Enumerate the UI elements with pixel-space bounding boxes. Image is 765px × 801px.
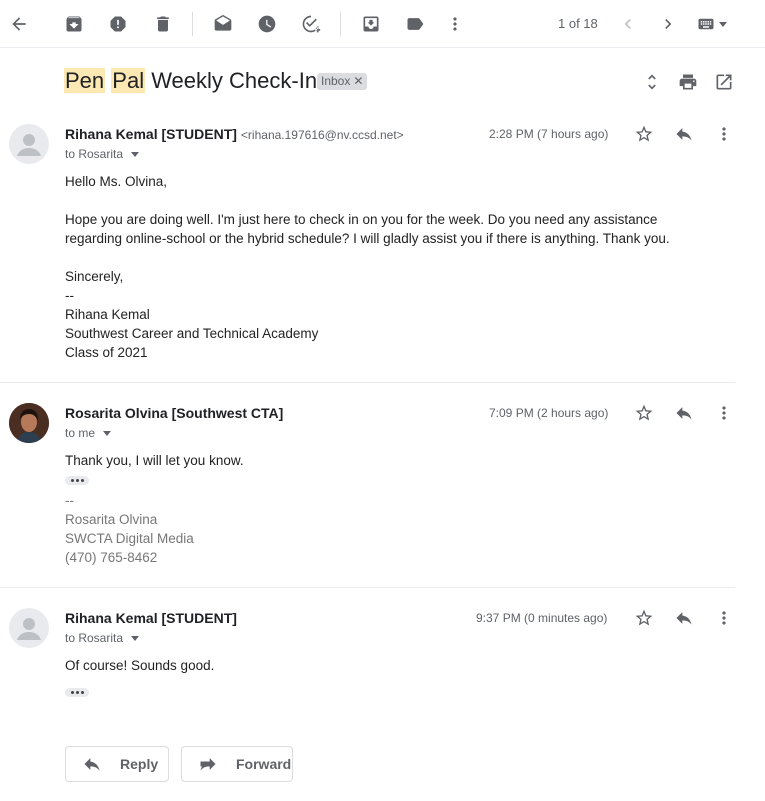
body-line: Sincerely,	[65, 269, 124, 284]
forward-icon	[200, 758, 216, 771]
label-chip-text: Inbox	[321, 74, 351, 88]
avatar	[9, 124, 49, 164]
forward-button-label: Forward	[236, 756, 292, 772]
message-separator	[0, 382, 735, 383]
recipient-text: to me	[65, 426, 96, 440]
reply-icon[interactable]	[672, 122, 696, 146]
body-line: Of course! Sounds good.	[65, 658, 215, 673]
body-line: Thank you, I will let you know.	[65, 453, 244, 468]
open-new-window-icon[interactable]	[712, 70, 736, 94]
chevron-down-icon	[131, 636, 140, 642]
more-vert-icon[interactable]	[443, 12, 467, 36]
body-line: Rihana Kemal	[65, 307, 150, 322]
subject-text: Weekly Check-In	[145, 68, 318, 93]
delete-icon[interactable]	[151, 12, 175, 36]
star-icon[interactable]	[632, 401, 656, 425]
sender-name: Rihana Kemal [STUDENT]	[65, 610, 237, 626]
chevron-down-icon	[103, 431, 112, 437]
recipient-text: to Rosarita	[65, 631, 124, 645]
toolbar-divider	[340, 12, 341, 36]
show-trimmed-content-button[interactable]	[65, 476, 89, 485]
signature-line: --	[65, 493, 74, 508]
expand-all-icon[interactable]	[640, 70, 664, 94]
snooze-icon[interactable]	[255, 12, 279, 36]
avatar	[9, 608, 49, 648]
signature-line: Rosarita Olvina	[65, 512, 158, 527]
reply-icon[interactable]	[672, 401, 696, 425]
report-spam-icon[interactable]	[106, 12, 130, 36]
message-separator	[0, 587, 735, 588]
chevron-right-icon[interactable]	[656, 12, 680, 36]
message-time: 7:09 PM (2 hours ago)	[489, 406, 609, 420]
forward-button[interactable]: Forward	[181, 746, 293, 782]
sender-name: Rosarita Olvina [Southwest CTA]	[65, 405, 284, 421]
message-counter: 1 of 18	[558, 16, 598, 31]
recipient-dropdown[interactable]: to me	[65, 426, 112, 440]
star-icon[interactable]	[632, 606, 656, 630]
message-body: Hello Ms. Olvina, Hope you are doing wel…	[65, 172, 715, 362]
subject-highlight: Pen	[64, 68, 106, 93]
mark-unread-icon[interactable]	[211, 12, 235, 36]
archive-icon[interactable]	[62, 12, 86, 36]
body-line: --	[65, 288, 74, 303]
back-arrow-icon[interactable]	[7, 12, 31, 36]
signature-line: (470) 765-8462	[65, 550, 158, 565]
recipient-dropdown[interactable]: to Rosarita	[65, 147, 140, 161]
more-vert-icon[interactable]	[712, 401, 736, 425]
add-to-tasks-icon[interactable]	[299, 12, 323, 36]
show-trimmed-content-button[interactable]	[65, 688, 89, 697]
sender-email: <rihana.197616@nv.ccsd.net>	[240, 128, 404, 142]
body-line: Hope you are doing well. I'm just here t…	[65, 212, 670, 246]
body-blank-line	[65, 248, 715, 267]
chevron-down-icon	[131, 152, 140, 158]
body-line: Southwest Career and Technical Academy	[65, 326, 319, 341]
avatar	[9, 403, 49, 443]
reply-icon	[84, 758, 100, 771]
chevron-left-icon[interactable]	[616, 12, 640, 36]
thread-subject: Pen Pal Weekly Check-In	[64, 66, 317, 96]
message-time: 9:37 PM (0 minutes ago)	[476, 611, 608, 625]
reply-button[interactable]: Reply	[65, 746, 169, 782]
move-to-icon[interactable]	[359, 12, 383, 36]
star-icon[interactable]	[632, 122, 656, 146]
more-vert-icon[interactable]	[712, 122, 736, 146]
toolbar-divider	[192, 12, 193, 36]
label-chip-inbox[interactable]: Inbox ✕	[317, 73, 368, 90]
recipient-dropdown[interactable]: to Rosarita	[65, 631, 140, 645]
message-body: Thank you, I will let you know.	[65, 451, 715, 470]
body-blank-line	[65, 191, 715, 210]
keyboard-icon[interactable]	[694, 12, 730, 36]
signature-line: SWCTA Digital Media	[65, 531, 194, 546]
subject-highlight: Pal	[111, 68, 146, 93]
message-time: 2:28 PM (7 hours ago)	[489, 127, 609, 141]
body-line: Class of 2021	[65, 345, 148, 360]
toolbar-divider-line	[0, 47, 765, 48]
sender-name: Rihana Kemal [STUDENT] <rihana.197616@nv.…	[65, 126, 404, 142]
recipient-text: to Rosarita	[65, 147, 124, 161]
remove-label-icon[interactable]: ✕	[353, 74, 363, 88]
message-body: Of course! Sounds good.	[65, 656, 715, 675]
print-icon[interactable]	[676, 70, 700, 94]
body-line: Hello Ms. Olvina,	[65, 174, 168, 189]
label-icon[interactable]	[403, 12, 427, 36]
chevron-down-icon	[719, 21, 727, 27]
signature: -- Rosarita Olvina SWCTA Digital Media (…	[65, 491, 465, 567]
sender-name-text: Rihana Kemal [STUDENT]	[65, 126, 237, 142]
reply-icon[interactable]	[672, 606, 696, 630]
more-vert-icon[interactable]	[712, 606, 736, 630]
reply-button-label: Reply	[120, 756, 159, 772]
